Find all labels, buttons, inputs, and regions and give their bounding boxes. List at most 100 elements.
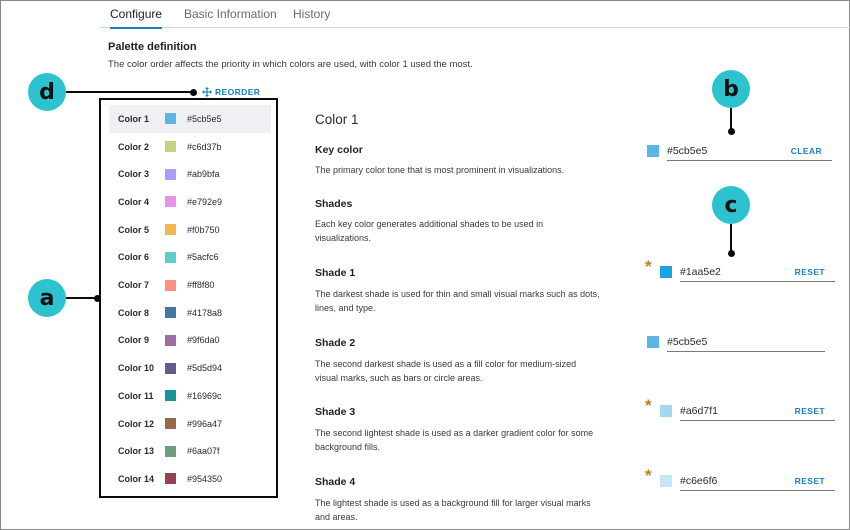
key-color-description: The primary color tone that is most prom…	[315, 165, 565, 175]
key-color-field[interactable]: #5cb5e5 CLEAR	[667, 141, 832, 161]
color-list-item[interactable]: Color 14 #954350	[109, 465, 271, 493]
callout-d-line	[66, 91, 194, 93]
shades-description: Each key color generates additional shad…	[315, 219, 544, 243]
shade-value: #1aa5e2	[680, 265, 721, 278]
color-swatch	[165, 141, 176, 153]
clear-button[interactable]: CLEAR	[791, 146, 832, 156]
shade-description: The second darkest shade is used as a fi…	[315, 359, 577, 383]
color-swatch	[165, 168, 176, 180]
callout-c-dot	[727, 250, 735, 257]
tab-history[interactable]: History	[293, 7, 330, 27]
color-swatch	[165, 473, 176, 485]
shade-swatch[interactable]	[660, 475, 672, 487]
shade-field[interactable]: #c6e6f6 RESET	[680, 471, 835, 491]
color-list-item[interactable]: Color 7 #ff8f80	[109, 271, 271, 299]
color-swatch	[165, 390, 176, 402]
reset-button[interactable]: RESET	[795, 476, 835, 486]
shade-title: Shade 4	[315, 476, 356, 488]
callout-a-dot	[94, 294, 101, 302]
key-color-value: #5cb5e5	[667, 144, 708, 157]
color-label: Color 10	[118, 363, 155, 374]
reset-button[interactable]: RESET	[795, 406, 835, 416]
color-hex: #5cb5e5	[187, 113, 222, 124]
color-list-item[interactable]: Color 1 #5cb5e5	[109, 105, 271, 133]
color-list-item[interactable]: Color 8 #4178a8	[109, 299, 271, 327]
color-hex: #4178a8	[187, 307, 223, 318]
color-swatch	[165, 279, 176, 291]
color-list-item[interactable]: Color 11 #16969c	[109, 382, 271, 410]
reorder-button[interactable]: REORDER	[202, 87, 260, 97]
shade-field[interactable]: #5cb5e5	[667, 332, 825, 352]
color-label: Color 8	[118, 307, 150, 318]
callout-b-dot	[727, 128, 735, 135]
reset-button[interactable]: RESET	[795, 267, 835, 277]
modified-indicator: *	[645, 257, 652, 276]
color-hex: #954350	[187, 473, 223, 484]
color-list-item[interactable]: Color 12 #996a47	[109, 410, 271, 438]
shade-swatch[interactable]	[660, 266, 672, 278]
shade-description: The second lightest shade is used as a d…	[315, 428, 594, 452]
callout-a: a	[28, 279, 66, 317]
color-hex: #5acfc6	[187, 252, 219, 263]
color-hex: #16969c	[187, 390, 222, 401]
shade-swatch[interactable]	[660, 405, 672, 417]
modified-indicator: *	[645, 466, 652, 485]
move-arrows-icon	[202, 87, 212, 97]
color-list-item[interactable]: Color 3 #ab9bfa	[109, 160, 271, 188]
color-label: Color 12	[118, 418, 155, 429]
shade-input-row: #c6e6f6 RESET	[660, 470, 835, 492]
color-list-item[interactable]: Color 10 #5d5d94	[109, 354, 271, 382]
key-color-swatch[interactable]	[647, 145, 659, 157]
color-list-item[interactable]: Color 6 #5acfc6	[109, 244, 271, 272]
tab-configure[interactable]: Configure	[110, 7, 163, 29]
color-swatch	[165, 418, 176, 430]
color-swatch	[165, 196, 176, 208]
color-label: Color 6	[118, 252, 150, 263]
color-swatch	[165, 224, 176, 236]
palette-title: Palette definition	[108, 41, 197, 53]
color-label: Color 7	[118, 280, 150, 291]
key-color-input-row: #5cb5e5 CLEAR	[647, 140, 832, 162]
color-hex: #9f6da0	[187, 335, 220, 346]
callout-c: c	[712, 186, 750, 224]
palette-description: The color order affects the priority in …	[108, 59, 473, 70]
shade-input-row: #1aa5e2 RESET	[660, 261, 835, 283]
key-color-title: Key color	[315, 144, 363, 156]
callout-d: d	[28, 73, 66, 111]
shade-title: Shade 1	[315, 267, 356, 279]
color-label: Color 4	[118, 196, 150, 207]
color-hex: #996a47	[187, 418, 223, 429]
color-list-item[interactable]: Color 4 #e792e9	[109, 188, 271, 216]
color-label: Color 1	[118, 113, 150, 124]
reorder-label: REORDER	[215, 87, 261, 97]
color-swatch	[165, 445, 176, 457]
color-label: Color 3	[118, 169, 150, 180]
color-hex: #f0b750	[187, 224, 220, 235]
color-label: Color 13	[118, 446, 155, 457]
color-label: Color 5	[118, 224, 150, 235]
color-list-item[interactable]: Color 2 #c6d37b	[109, 133, 271, 161]
shade-field[interactable]: #a6d7f1 RESET	[680, 401, 835, 421]
shade-value: #a6d7f1	[680, 404, 718, 417]
shade-field[interactable]: #1aa5e2 RESET	[680, 262, 835, 282]
callout-d-dot	[190, 88, 197, 96]
shades-title: Shades	[315, 198, 353, 210]
color-label: Color 11	[118, 390, 154, 401]
color-hex: #5d5d94	[187, 363, 223, 374]
shade-value: #5cb5e5	[667, 335, 708, 348]
color-swatch	[165, 362, 176, 374]
color-swatch	[165, 251, 176, 263]
color-list-item[interactable]: Color 5 #f0b750	[109, 216, 271, 244]
color-hex: #ab9bfa	[187, 169, 220, 180]
shade-swatch[interactable]	[647, 336, 659, 348]
shade-value: #c6e6f6	[680, 474, 718, 487]
color-swatch	[165, 113, 176, 125]
color-list-item[interactable]: Color 13 #6aa07f	[109, 437, 271, 465]
tab-basic-information[interactable]: Basic Information	[184, 7, 277, 27]
callout-b: b	[712, 70, 750, 108]
color-list-item[interactable]: Color 9 #9f6da0	[109, 327, 271, 355]
color-list: Color 1 #5cb5e5 Color 2 #c6d37b Color 3 #ab9b…	[99, 98, 278, 498]
shade-input-row: #a6d7f1 RESET	[660, 400, 835, 422]
color-label: Color 14	[118, 473, 155, 484]
color-swatch	[165, 334, 176, 346]
